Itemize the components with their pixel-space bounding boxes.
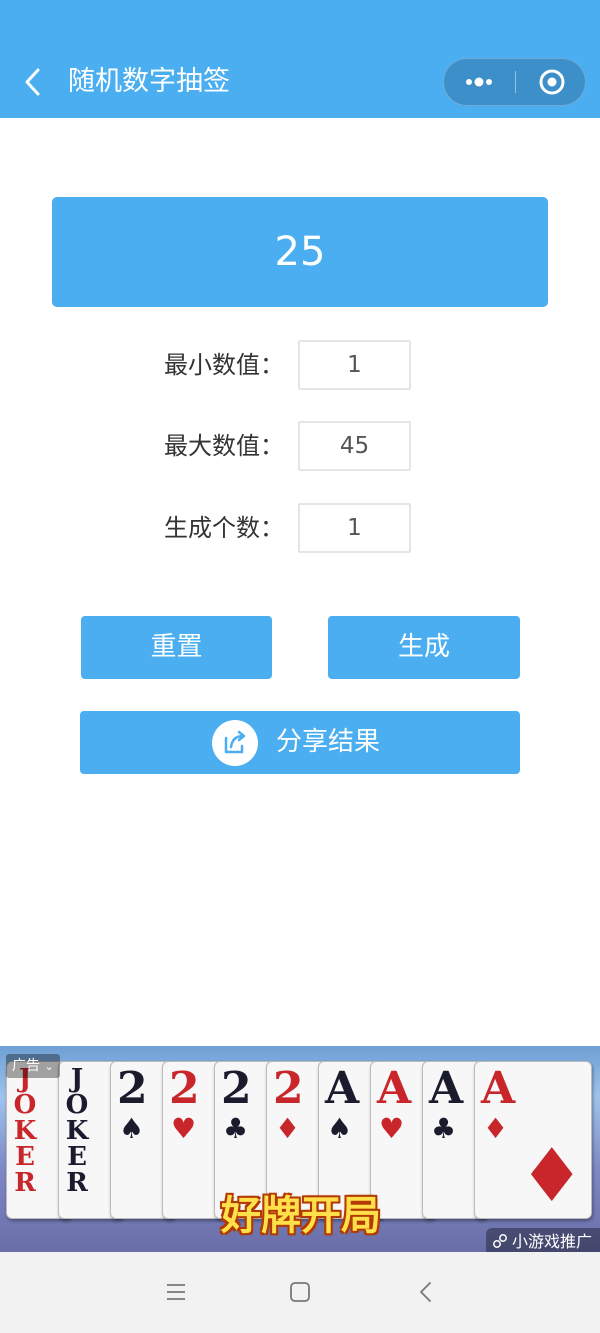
card-rank: JOKER	[13, 1064, 37, 1198]
chevron-left-icon	[420, 1282, 431, 1302]
mini-game-link-icon	[493, 1234, 507, 1248]
count-input[interactable]	[298, 503, 411, 553]
more-dots-icon	[466, 77, 492, 87]
min-value-row: 最小数值：	[0, 340, 600, 390]
card-suit-icon: ♣	[223, 1112, 249, 1145]
min-value-input[interactable]	[298, 340, 411, 390]
card-suit-icon: ♦	[275, 1112, 301, 1145]
menu-lines-icon	[167, 1284, 185, 1300]
reset-button[interactable]: 重置	[81, 616, 272, 679]
card-suit-icon: ♦	[483, 1112, 509, 1145]
ad-tag[interactable]: 广告 ⌄	[6, 1054, 60, 1078]
card-suit-icon: ♠	[327, 1112, 353, 1145]
home-button[interactable]	[280, 1272, 320, 1312]
ad-banner[interactable]: J O K E R J O K E R 2 ♠ 2 ♥ 2 ♣ 2 ♦ A ♠ A ♥ A ♣ A ♦ ♦ 广告 ⌄ 好牌开局 小游…	[0, 1046, 600, 1252]
share-result-button[interactable]: 分享结果	[80, 711, 520, 774]
ad-source-label[interactable]: 小游戏推广	[485, 1228, 600, 1252]
card-rank: 2	[169, 1063, 200, 1114]
mini-program-capsule	[443, 58, 586, 106]
card-suit-icon: ♠	[119, 1112, 145, 1145]
card-suit-icon: ♥	[379, 1112, 405, 1145]
share-arrow-icon	[212, 720, 258, 766]
ad-slogan: 好牌开局	[221, 1193, 381, 1239]
card-rank: JOKER	[65, 1064, 89, 1198]
ad-source-text: 小游戏推广	[511, 1232, 592, 1251]
ad-tag-label: 广告	[12, 1058, 40, 1074]
more-button[interactable]	[444, 59, 515, 105]
target-circle-icon	[539, 69, 565, 95]
share-result-label: 分享结果	[276, 727, 381, 757]
min-value-label: 最小数值：	[164, 351, 284, 379]
system-nav-bar	[0, 1252, 600, 1333]
generate-button[interactable]: 生成	[328, 616, 520, 679]
max-value-row: 最大数值：	[0, 421, 600, 471]
page-title: 随机数字抽签	[68, 66, 230, 97]
card-rank: 2	[273, 1063, 304, 1114]
count-label: 生成个数：	[164, 514, 284, 542]
count-row: 生成个数：	[0, 503, 600, 553]
max-value-input[interactable]	[298, 421, 411, 471]
back-button[interactable]	[18, 62, 54, 102]
card-suit-icon: ♣	[431, 1112, 457, 1145]
chevron-down-icon: ⌄	[44, 1060, 54, 1073]
card-rank: A	[429, 1063, 464, 1114]
card-rank: A	[481, 1063, 516, 1114]
card-big-suit-icon: ♦	[518, 1133, 585, 1219]
card-suit-icon: ♥	[171, 1112, 197, 1145]
menu-button[interactable]	[156, 1272, 196, 1312]
close-mini-program-button[interactable]	[516, 59, 586, 105]
card-rank: A	[377, 1063, 412, 1114]
title-bar: 随机数字抽签	[0, 0, 600, 118]
card-rank: 2	[117, 1063, 148, 1114]
system-back-button[interactable]	[406, 1272, 446, 1312]
result-display: 25	[52, 197, 548, 307]
square-home-icon	[290, 1282, 310, 1302]
card-rank: 2	[221, 1063, 252, 1114]
card-rank: A	[325, 1063, 360, 1114]
playing-card: A ♦ ♦	[474, 1061, 592, 1219]
max-value-label: 最大数值：	[164, 432, 284, 460]
chevron-left-icon	[25, 68, 40, 96]
